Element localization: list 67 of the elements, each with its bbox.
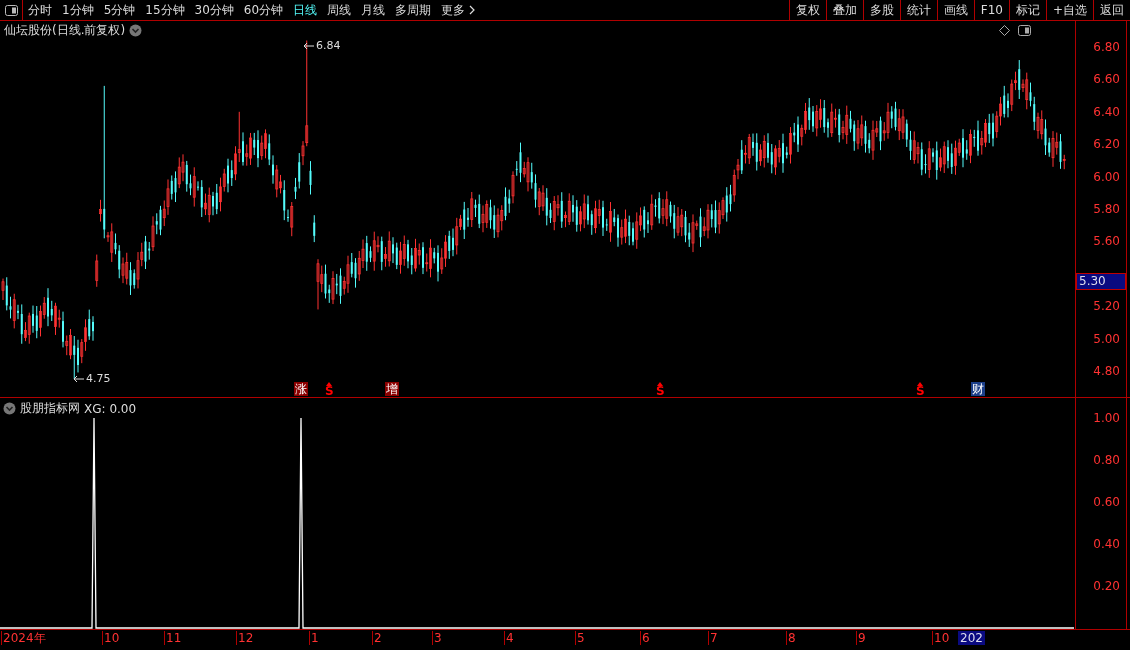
date-label: 10 xyxy=(102,631,120,645)
axis-label: 6.20 xyxy=(1093,137,1120,152)
date-label: 1 xyxy=(309,631,319,645)
toolbar-button[interactable]: +自选 xyxy=(1045,0,1093,20)
toolbar-button[interactable]: 标记 xyxy=(1008,0,1046,20)
diamond-icon[interactable] xyxy=(999,25,1010,36)
axis-label: 4.80 xyxy=(1093,364,1120,378)
period-tab[interactable]: 更多 xyxy=(436,0,481,20)
toolbar-button[interactable]: 叠加 xyxy=(825,0,863,20)
date-label: 8 xyxy=(786,631,796,645)
event-badge[interactable]: 增 xyxy=(385,382,399,396)
date-label: 4 xyxy=(504,631,514,645)
period-tab[interactable]: 分时 xyxy=(23,0,57,20)
period-tab[interactable]: 日线 xyxy=(288,0,323,20)
axis-label: 6.00 xyxy=(1093,169,1120,184)
chart-title: 仙坛股份(日线.前复权) xyxy=(4,22,126,39)
period-tab[interactable]: 5分钟 xyxy=(98,0,141,20)
period-tab[interactable]: 60分钟 xyxy=(238,0,289,20)
axis-label: 5.00 xyxy=(1093,331,1120,346)
toolbar-button[interactable]: 统计 xyxy=(899,0,937,20)
indicator-reading: XG: 0.00 xyxy=(84,401,137,416)
low-price-label: 4.75 xyxy=(86,372,111,385)
period-tab[interactable]: 周线 xyxy=(322,0,357,20)
period-tab[interactable]: 多周期 xyxy=(390,0,437,20)
date-label: 2024年 xyxy=(1,631,46,645)
date-label: 12 xyxy=(236,631,254,645)
axis-label: 6.80 xyxy=(1093,40,1120,54)
indicator-name: 股朋指标网 xyxy=(20,400,80,417)
date-label: 3 xyxy=(432,631,442,645)
axis-label: 0.40 xyxy=(1093,537,1120,551)
axis-label: 5.60 xyxy=(1093,234,1120,249)
high-price-label: 6.84 xyxy=(316,39,341,52)
leader-arrow-icon xyxy=(303,41,315,50)
axis-label: 0.20 xyxy=(1093,579,1120,593)
axis-label: 0.80 xyxy=(1093,453,1120,467)
date-label: 5 xyxy=(575,631,585,645)
date-label: 2 xyxy=(372,631,382,645)
period-tab[interactable]: 1分钟 xyxy=(57,0,99,20)
period-tab[interactable]: 月线 xyxy=(356,0,391,20)
toolbar-button[interactable]: 多股 xyxy=(862,0,900,20)
axis-label: 1.00 xyxy=(1093,411,1120,425)
toolbar-button[interactable]: 复权 xyxy=(788,0,826,20)
period-tab[interactable]: 15分钟 xyxy=(140,0,190,20)
toolbar-button[interactable]: F10 xyxy=(973,0,1009,20)
last-price-tag: 5.30 xyxy=(1076,273,1126,290)
date-label: 6 xyxy=(640,631,650,645)
axis-label: 5.80 xyxy=(1093,202,1120,216)
leader-arrow-icon xyxy=(73,374,85,383)
event-badge[interactable]: 涨 xyxy=(294,382,308,396)
axis-label: 6.40 xyxy=(1093,104,1120,119)
toolbar-button[interactable]: 画线 xyxy=(936,0,974,20)
toolbar-button[interactable]: 返回 xyxy=(1093,0,1130,20)
period-tab[interactable]: 30分钟 xyxy=(189,0,239,20)
panel-toggle-icon[interactable] xyxy=(1018,25,1031,36)
collapse-icon[interactable] xyxy=(129,24,143,37)
event-badge[interactable]: 财 xyxy=(971,382,985,396)
date-label: 11 xyxy=(164,631,182,645)
axis-label: 0.60 xyxy=(1093,495,1120,509)
axis-label: 6.60 xyxy=(1093,72,1120,87)
axis-label: 5.20 xyxy=(1093,299,1120,314)
date-label: 9 xyxy=(856,631,866,645)
date-label: 7 xyxy=(708,631,718,645)
panel-toggle-icon[interactable] xyxy=(4,4,18,16)
chevron-icon xyxy=(469,5,476,15)
current-year-tag: 202 xyxy=(958,631,985,645)
collapse-icon[interactable] xyxy=(3,402,16,415)
date-label: 10 xyxy=(932,631,950,645)
